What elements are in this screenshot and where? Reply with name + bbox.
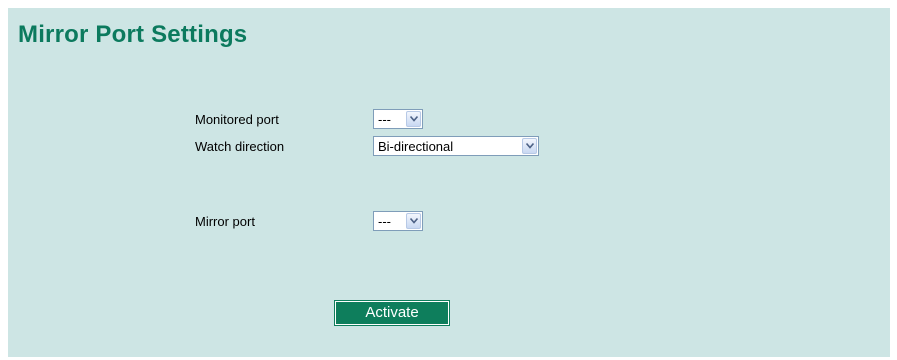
mirror-port-select[interactable]: --- (373, 211, 423, 231)
watch-direction-label: Watch direction (195, 139, 285, 154)
mirror-port-settings-panel: Mirror Port Settings Monitored port --- … (8, 8, 890, 357)
watch-direction-value: Bi-directional (378, 139, 454, 154)
monitored-port-label: Monitored port (195, 112, 279, 127)
monitored-port-value: --- (378, 112, 391, 127)
chevron-down-icon[interactable] (406, 111, 421, 127)
mirror-port-label: Mirror port (195, 214, 255, 229)
chevron-down-icon[interactable] (406, 213, 421, 229)
page-title: Mirror Port Settings (18, 21, 248, 48)
activate-button[interactable]: Activate (334, 300, 450, 326)
monitored-port-select[interactable]: --- (373, 109, 423, 129)
watch-direction-select[interactable]: Bi-directional (373, 136, 539, 156)
chevron-down-icon[interactable] (522, 138, 537, 154)
mirror-port-value: --- (378, 214, 391, 229)
